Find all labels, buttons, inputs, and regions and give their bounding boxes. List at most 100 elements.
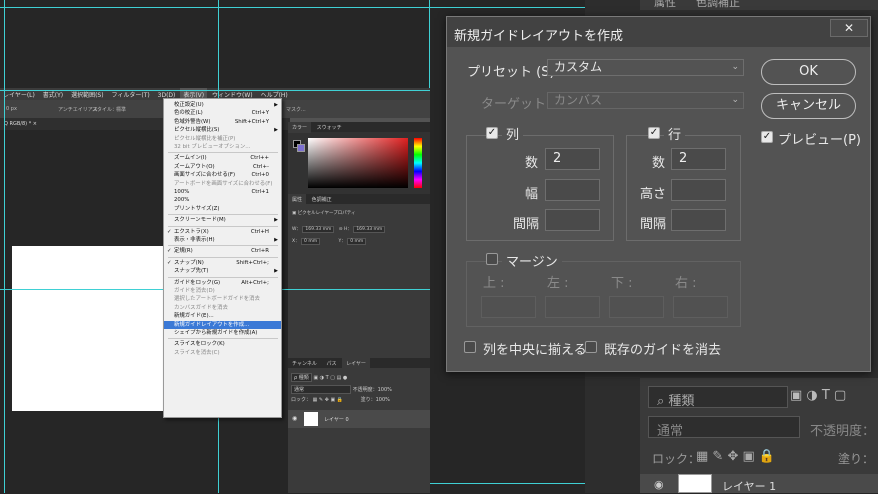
view-menu-item[interactable]: シェイプから新規ガイドを作成(A) [164, 329, 281, 337]
view-menu-item[interactable]: 校正設定(U) ▶ [164, 101, 281, 109]
view-menu-item[interactable]: ズームアウト(O) Ctrl+- [164, 163, 281, 171]
lock-icons[interactable]: ▦ ✎ ✥ ▣ 🔒 [313, 397, 345, 403]
filter-icons[interactable]: ▣ ◑ T ▢ ▤ ● [313, 375, 347, 381]
eye-icon[interactable]: ◉ [654, 478, 664, 491]
view-menu-item[interactable]: アートボードを画面サイズに合わせる(F) [164, 180, 281, 188]
check-icon: ✓ [487, 127, 497, 138]
preset-select[interactable]: カスタム ⌄ [547, 59, 744, 76]
rows-height-input[interactable] [671, 179, 726, 201]
view-menu-item[interactable]: ピクセル縦横比(S) ▶ [164, 126, 281, 134]
margin-bottom-input[interactable] [609, 296, 664, 318]
background-tab-properties[interactable]: 属性 [654, 0, 676, 10]
rows-checkbox[interactable]: ✓ [648, 127, 660, 139]
rows-label: 行 [664, 124, 686, 143]
view-menu-item[interactable]: 32 bit プレビューオプション... [164, 143, 281, 151]
color-field[interactable] [308, 138, 408, 188]
view-menu-item[interactable]: プリントサイズ(Z) [164, 205, 281, 213]
view-menu-item[interactable]: スナップ先(T) ▶ [164, 267, 281, 275]
eye-icon[interactable]: ◉ [292, 415, 297, 422]
height-field[interactable]: 169.33 mm [353, 226, 386, 233]
view-menu-item[interactable]: スクリーンモード(M) ▶ [164, 216, 281, 224]
rows-gutter-input[interactable] [671, 209, 726, 231]
layer-filter-icons[interactable]: ▣ ◑ T ▢ [790, 388, 846, 403]
opacity-field[interactable]: 不透明度：100% [353, 387, 392, 393]
margin-left-input[interactable] [545, 296, 600, 318]
menu-separator [168, 214, 278, 216]
view-menu-item[interactable]: ガイドをロック(G) Alt+Ctrl+; [164, 279, 281, 287]
menu-item-label: スクリーンモード(M) [174, 217, 226, 224]
ok-button[interactable]: OK [761, 59, 856, 85]
view-menu-item[interactable]: 200% [164, 196, 281, 204]
preview-checkbox[interactable]: ✓ [761, 131, 773, 143]
columns-width-input[interactable] [545, 179, 600, 201]
view-menu-item[interactable]: 選択したアートボードガイドを消去 [164, 295, 281, 303]
view-menu-item[interactable]: 100% Ctrl+1 [164, 188, 281, 196]
view-menu-item[interactable]: 色域外警告(W) Shift+Ctrl+Y [164, 118, 281, 126]
layer-row[interactable]: ◉ レイヤー 1 [640, 474, 878, 493]
cancel-button[interactable]: キャンセル [761, 93, 856, 119]
lock-label: ロック： [291, 397, 312, 403]
menu-item-label: 表示・非表示(H) [174, 237, 215, 243]
clear-guides-checkbox[interactable] [585, 341, 597, 353]
margin-top-input[interactable] [481, 296, 536, 318]
fill-field[interactable]: 塗り：100% [361, 397, 390, 403]
menu-item-label: スナップ(N) [174, 259, 204, 266]
background-color-swatch[interactable] [297, 144, 305, 152]
menu-item-label: ズームイン(I) [174, 155, 207, 162]
rows-height-label: 高さ [640, 187, 667, 202]
layer-row[interactable]: ◉ レイヤー 0 [288, 410, 430, 428]
rows-gutter-label: 間隔 [640, 217, 667, 232]
view-menu-item[interactable]: 新規ガイド(E)... [164, 312, 281, 320]
tab-layers[interactable]: レイヤー [342, 358, 370, 369]
view-menu-item[interactable]: 画面サイズに合わせる(F) Ctrl+0 [164, 171, 281, 179]
x-field[interactable]: 0 mm [301, 238, 321, 245]
blend-select[interactable]: 通常 [291, 385, 351, 394]
color-panel-tabs: カラー スウォッチ [288, 122, 430, 133]
view-menu-item[interactable]: ✓ エクストラ(X) Ctrl+H [164, 228, 281, 236]
view-menu-item[interactable]: カンバスガイドを消去 [164, 304, 281, 312]
background-tab-adjustments[interactable]: 色調補正 [696, 0, 740, 10]
tab-properties[interactable]: 属性 [288, 194, 307, 205]
view-menu-item[interactable]: ガイドを消去(D) [164, 287, 281, 295]
check-icon: ✓ [649, 127, 659, 138]
margin-right-input[interactable] [673, 296, 728, 318]
view-menu-item[interactable]: スライスを消去(C) [164, 349, 281, 357]
close-button[interactable]: ✕ [830, 19, 868, 37]
tab-channels[interactable]: チャンネル [288, 358, 321, 369]
tab-adjustments[interactable]: 色調補正 [308, 194, 336, 205]
view-menu-item[interactable]: 色の校正(L) Ctrl+Y [164, 109, 281, 117]
view-menu-item[interactable]: スライスをロック(K) [164, 340, 281, 348]
guide-line-vertical [4, 88, 5, 493]
opt-style-value[interactable]: 標準 [116, 106, 126, 113]
opt-mask[interactable]: マスク... [286, 106, 306, 113]
view-menu-item[interactable]: ピクセル縦横比を補正(P) [164, 135, 281, 143]
layers-kind-filter[interactable]: ⌕ 種類 [648, 386, 788, 409]
hue-slider[interactable] [414, 138, 422, 188]
columns-checkbox[interactable]: ✓ [486, 127, 498, 139]
columns-number-input[interactable]: 2 [545, 148, 600, 170]
tab-swatches[interactable]: スウォッチ [313, 122, 346, 133]
view-menu-item[interactable]: ✓ スナップ(N) Shift+Ctrl+; [164, 259, 281, 267]
view-menu-item[interactable]: ズームイン(I) Ctrl++ [164, 154, 281, 162]
y-field[interactable]: 0 mm [347, 238, 367, 245]
color-panel: カラー スウォッチ [288, 122, 430, 194]
rows-number-input[interactable]: 2 [671, 148, 726, 170]
view-menu-item[interactable]: 新規ガイドレイアウトを作成... [164, 320, 281, 329]
doc-tab-label[interactable]: Q RGB/8) * × [4, 121, 37, 127]
target-select[interactable]: カンバス ⌄ [547, 92, 744, 109]
center-columns-checkbox[interactable] [464, 341, 476, 353]
menu-item-label: 定規(R) [174, 248, 193, 255]
tab-paths[interactable]: パス [322, 358, 340, 369]
dialog-title-bar: 新規ガイドレイアウトを作成 [447, 17, 870, 47]
columns-gutter-input[interactable] [545, 209, 600, 231]
view-menu-item[interactable]: ✓ 定規(R) Ctrl+R [164, 247, 281, 255]
kind-filter[interactable]: ρ 種類 [291, 373, 312, 382]
width-field[interactable]: 169.33 mm [302, 226, 335, 233]
margin-checkbox[interactable] [486, 253, 498, 265]
layers-blend-mode[interactable]: 通常 [648, 416, 800, 439]
menu-item-label: ズームアウト(O) [174, 163, 215, 170]
view-menu-item[interactable]: 表示・非表示(H) ▶ [164, 236, 281, 244]
tab-color[interactable]: カラー [288, 122, 312, 133]
menu-item-label: プリントサイズ(Z) [174, 205, 220, 212]
lock-icons[interactable]: ▦ ✎ ✥ ▣ 🔒 [696, 449, 775, 464]
